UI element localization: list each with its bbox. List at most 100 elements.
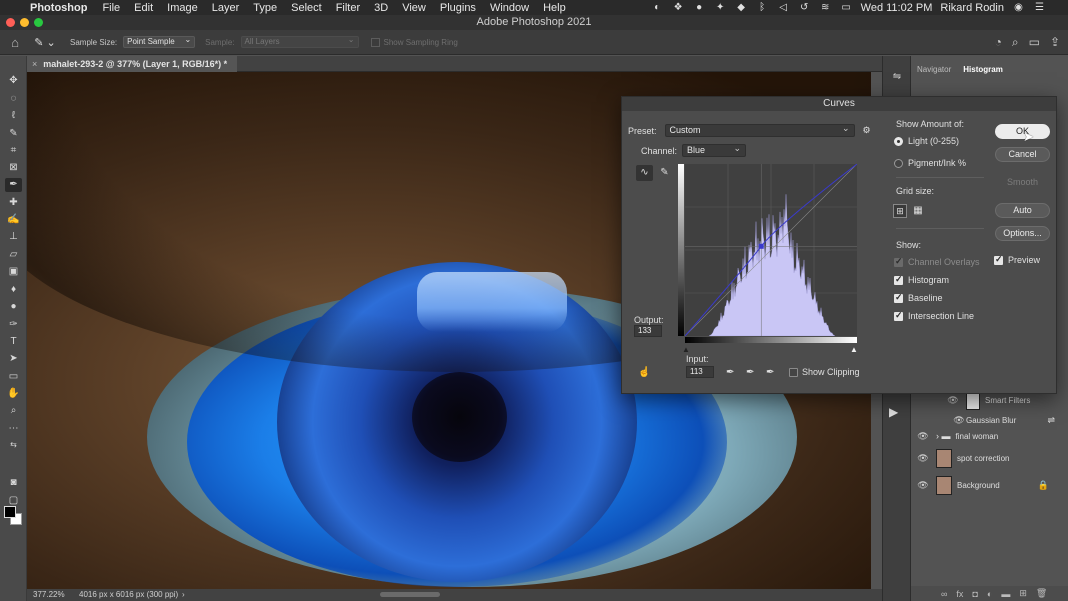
cancel-button[interactable]: Cancel <box>995 147 1050 162</box>
time-machine-icon[interactable]: ↺ <box>798 2 811 13</box>
gray-point-eyedropper-icon[interactable]: ✒ <box>746 367 754 378</box>
intersection-line-row[interactable]: Intersection Line <box>894 310 974 321</box>
channel-dropdown[interactable]: Blue <box>682 143 747 157</box>
quick-selection-tool-icon[interactable]: ✎ <box>5 127 22 141</box>
visibility-eye-icon[interactable]: 👁 <box>916 431 930 442</box>
path-selection-tool-icon[interactable]: ➤ <box>5 352 22 366</box>
tab-navigator[interactable]: Navigator <box>911 63 957 77</box>
pen-tool-icon[interactable]: ✑ <box>5 318 22 332</box>
layer-row-background[interactable]: 👁 Background 🔒 <box>911 473 1068 497</box>
output-value-field[interactable]: 133 <box>634 325 662 337</box>
menu-file[interactable]: File <box>95 2 127 14</box>
menu-app-name[interactable]: Photoshop <box>26 2 95 14</box>
folder-icon[interactable]: › ▬ <box>936 431 951 441</box>
delete-layer-icon[interactable]: 🗑 <box>1036 588 1047 599</box>
preview-row[interactable]: Preview <box>994 254 1040 265</box>
black-point-eyedropper-icon[interactable]: ✒ <box>726 367 734 378</box>
close-tab-icon[interactable]: × <box>32 59 37 69</box>
baseline-checkbox[interactable] <box>894 292 903 303</box>
swap-colors-icon[interactable]: ⇆ <box>5 438 22 452</box>
input-value-field[interactable]: 113 <box>686 366 714 378</box>
move-tool-icon[interactable]: ✥ <box>5 74 22 88</box>
dropbox-icon[interactable]: ❖ <box>672 2 685 13</box>
frame-tool-icon[interactable]: ⊠ <box>5 161 22 175</box>
menu-3d[interactable]: 3D <box>367 2 395 14</box>
quick-mask-icon[interactable]: ◙ <box>5 476 22 490</box>
record-icon[interactable]: ● <box>693 2 706 13</box>
marquee-tool-icon[interactable]: ◌ <box>5 92 22 106</box>
tab-histogram[interactable]: Histogram <box>957 63 1009 77</box>
menu-image[interactable]: Image <box>160 2 205 14</box>
on-image-adjust-icon[interactable]: ☝ <box>638 367 650 378</box>
search-icon[interactable]: ⌕ <box>1012 35 1019 50</box>
share-icon[interactable]: ⇪ <box>1050 35 1060 50</box>
menu-view[interactable]: View <box>395 2 433 14</box>
menu-filter[interactable]: Filter <box>329 2 367 14</box>
hand-tool-icon[interactable]: ✋ <box>5 387 22 401</box>
menubar-clock[interactable]: Wed 11:02 PM <box>861 2 933 14</box>
preset-options-gear-icon[interactable]: ⚙ <box>863 125 871 136</box>
layer-style-icon[interactable]: fx <box>956 589 963 599</box>
siri-icon[interactable]: ◉ <box>1012 2 1025 13</box>
clone-stamp-tool-icon[interactable]: ⊥ <box>5 230 22 244</box>
channel-overlays-row[interactable]: Channel Overlays <box>894 256 980 267</box>
eyedropper-tool-icon[interactable]: ✒ <box>5 178 22 192</box>
auto-button[interactable]: Auto <box>995 203 1050 218</box>
curve-graph-svg[interactable] <box>684 163 858 337</box>
type-tool-icon[interactable]: T <box>5 335 22 349</box>
creative-cloud-icon[interactable]: ◐ <box>651 2 664 13</box>
options-button[interactable]: Options... <box>995 226 1050 241</box>
menu-window[interactable]: Window <box>483 2 536 14</box>
control-center-icon[interactable]: ☰ <box>1033 2 1046 13</box>
new-layer-icon[interactable]: ⊞ <box>1019 588 1027 599</box>
pencil-draw-tool-icon[interactable]: ✎ <box>656 165 673 181</box>
pigment-radio[interactable] <box>894 158 903 168</box>
curve-point-tool-icon[interactable]: ∿ <box>636 165 653 181</box>
zoom-tool-icon[interactable]: ⌕ <box>5 404 22 418</box>
link-layers-icon[interactable]: ∞ <box>941 589 947 599</box>
gradient-tool-icon[interactable]: ▣ <box>5 265 22 279</box>
channel-overlays-checkbox[interactable] <box>894 256 903 267</box>
menubar-user[interactable]: Rikard Rodin <box>940 2 1004 14</box>
layer-row-final-woman[interactable]: 👁 › ▬ final woman <box>911 424 1068 448</box>
tools-icon[interactable]: ✦ <box>714 2 727 13</box>
menu-select[interactable]: Select <box>284 2 329 14</box>
menu-edit[interactable]: Edit <box>127 2 160 14</box>
rectangle-tool-icon[interactable]: ▭ <box>5 370 22 384</box>
brush-tool-icon[interactable]: ✍ <box>5 213 22 227</box>
show-clipping-checkbox[interactable] <box>789 367 798 377</box>
histogram-checkbox[interactable] <box>894 274 903 285</box>
healing-brush-tool-icon[interactable]: ✚ <box>5 196 22 210</box>
more-tools-icon[interactable]: ⋯ <box>5 422 22 436</box>
status-menu-icon[interactable]: › <box>182 589 185 601</box>
preset-dropdown[interactable]: Custom <box>664 123 855 137</box>
eraser-tool-icon[interactable]: ▱ <box>5 248 22 262</box>
foreground-color-swatch[interactable] <box>4 506 16 518</box>
play-action-icon[interactable]: ▶ <box>889 405 898 419</box>
zoom-level[interactable]: 377.22% <box>33 589 65 601</box>
curve-graph[interactable] <box>684 163 858 337</box>
white-point-slider-icon[interactable]: ▲ <box>850 345 858 354</box>
layer-row-spot-correction[interactable]: 👁 spot correction <box>911 446 1068 470</box>
menu-help[interactable]: Help <box>536 2 573 14</box>
preview-checkbox[interactable] <box>994 254 1003 265</box>
add-mask-icon[interactable]: ◘ <box>972 589 977 599</box>
eyedropper-preset-icon[interactable]: ✎ ⌄ <box>30 36 60 49</box>
menu-type[interactable]: Type <box>246 2 284 14</box>
show-clipping-row[interactable]: Show Clipping <box>789 367 860 377</box>
pigment-radio-row[interactable]: Pigment/Ink % <box>894 158 966 168</box>
adjustment-layer-icon[interactable]: ◐ <box>987 589 992 599</box>
dodge-tool-icon[interactable]: ● <box>5 300 22 314</box>
history-panel-icon[interactable]: ⇋ <box>890 70 904 84</box>
bluetooth-icon[interactable]: ᛒ <box>756 2 769 13</box>
white-point-eyedropper-icon[interactable]: ✒ <box>766 367 774 378</box>
visibility-eye-icon[interactable]: 👁 <box>946 395 960 406</box>
battery-icon[interactable]: ▭ <box>840 2 853 13</box>
document-tab[interactable]: × mahalet-293-2 @ 377% (Layer 1, RGB/16*)… <box>27 56 238 72</box>
share-user-icon[interactable]: ◔ <box>995 35 1002 50</box>
shield-icon[interactable]: ◆ <box>735 2 748 13</box>
crop-tool-icon[interactable]: ⌗ <box>5 144 22 158</box>
sampling-ring-checkbox[interactable] <box>370 37 380 47</box>
workspace-icon[interactable]: ▭ <box>1029 35 1040 50</box>
intersection-line-checkbox[interactable] <box>894 310 903 321</box>
